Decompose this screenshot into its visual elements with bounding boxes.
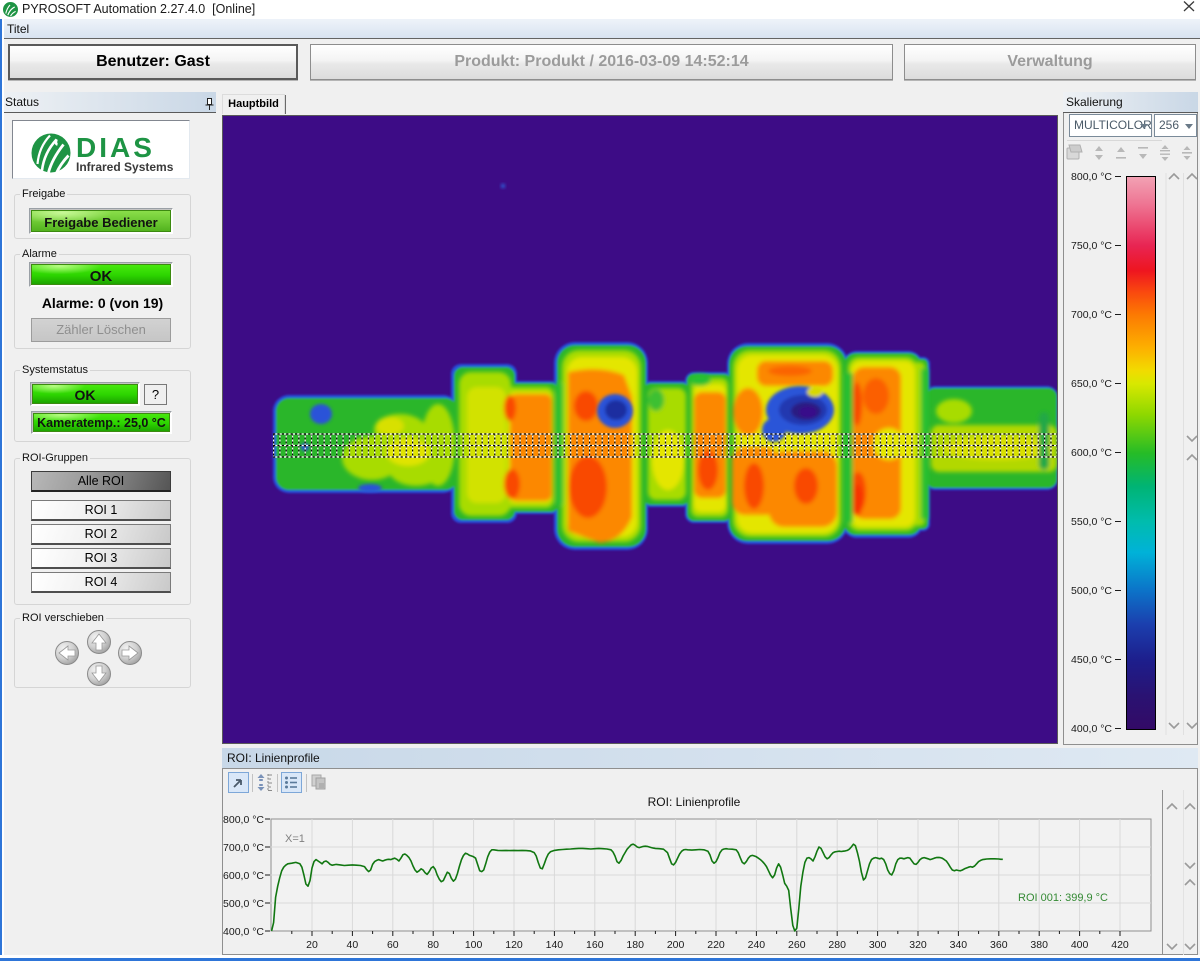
svg-text:700,0 °C: 700,0 °C [223, 842, 264, 854]
svg-text:600,0 °C: 600,0 °C [1071, 447, 1112, 459]
svg-text:80: 80 [427, 939, 439, 951]
svg-text:180: 180 [626, 939, 644, 951]
svg-text:240: 240 [748, 939, 766, 951]
svg-text:DIAS: DIAS [76, 132, 155, 163]
svg-text:800,0 °C: 800,0 °C [1071, 171, 1112, 183]
svg-text:340: 340 [950, 939, 968, 951]
svg-text:500,0 °C: 500,0 °C [1071, 585, 1112, 597]
svg-text:ROI 001: 399,9 °C: ROI 001: 399,9 °C [1018, 892, 1108, 904]
svg-text:X=1: X=1 [285, 833, 305, 845]
svg-text:400,0 °C: 400,0 °C [223, 926, 264, 938]
svg-text:400,0 °C: 400,0 °C [1071, 723, 1112, 735]
svg-text:20: 20 [306, 939, 318, 951]
svg-text:60: 60 [387, 939, 399, 951]
svg-text:120: 120 [505, 939, 523, 951]
svg-text:450,0 °C: 450,0 °C [1071, 654, 1112, 666]
svg-text:750,0 °C: 750,0 °C [1071, 240, 1112, 252]
svg-text:360: 360 [990, 939, 1008, 951]
svg-text:140: 140 [546, 939, 564, 951]
svg-text:Infrared Systems: Infrared Systems [76, 160, 174, 174]
svg-text:280: 280 [828, 939, 846, 951]
svg-text:160: 160 [586, 939, 604, 951]
svg-text:500,0 °C: 500,0 °C [223, 898, 264, 910]
svg-text:ROI: Linienprofile: ROI: Linienprofile [648, 795, 741, 809]
svg-text:300: 300 [869, 939, 887, 951]
svg-text:220: 220 [707, 939, 725, 951]
svg-text:320: 320 [909, 939, 927, 951]
svg-text:380: 380 [1030, 939, 1048, 951]
svg-text:600,0 °C: 600,0 °C [223, 870, 264, 882]
svg-text:800,0 °C: 800,0 °C [223, 814, 264, 826]
svg-text:40: 40 [347, 939, 359, 951]
svg-text:400: 400 [1071, 939, 1089, 951]
svg-text:260: 260 [788, 939, 806, 951]
svg-text:650,0 °C: 650,0 °C [1071, 378, 1112, 390]
svg-text:100: 100 [465, 939, 483, 951]
svg-text:200: 200 [667, 939, 685, 951]
svg-text:420: 420 [1111, 939, 1129, 951]
svg-text:550,0 °C: 550,0 °C [1071, 516, 1112, 528]
svg-text:700,0 °C: 700,0 °C [1071, 309, 1112, 321]
